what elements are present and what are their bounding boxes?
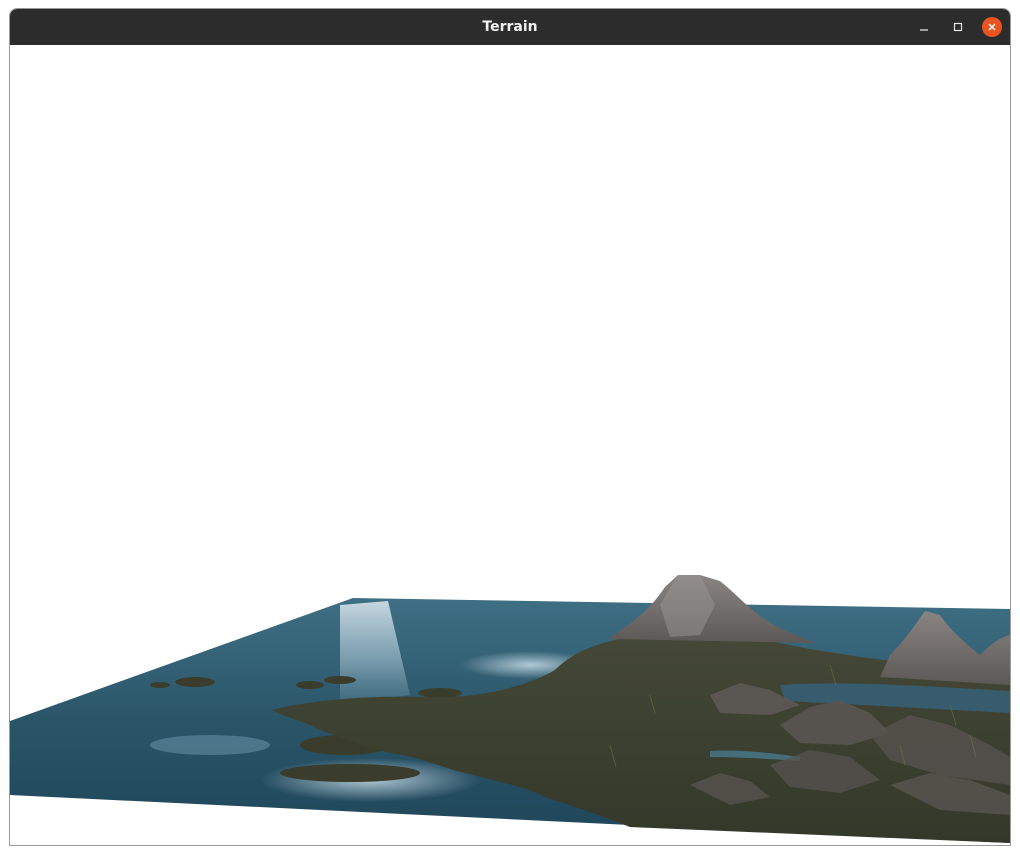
island: [418, 688, 462, 698]
title-bar[interactable]: Terrain: [10, 9, 1010, 45]
maximize-button[interactable]: [948, 17, 968, 37]
water-ripple: [150, 735, 270, 755]
window-title: Terrain: [482, 19, 538, 35]
maximize-icon: [953, 22, 963, 32]
island: [150, 682, 170, 688]
island: [324, 676, 356, 684]
minimize-icon: [920, 29, 928, 31]
terrain-render: [10, 575, 1010, 843]
terrain-viewport[interactable]: [10, 45, 1010, 845]
close-icon: [988, 23, 996, 31]
minimize-button[interactable]: [914, 17, 934, 37]
island: [175, 677, 215, 687]
island: [280, 764, 420, 782]
close-button[interactable]: [982, 17, 1002, 37]
app-window: Terrain: [9, 8, 1011, 846]
island: [296, 681, 324, 689]
